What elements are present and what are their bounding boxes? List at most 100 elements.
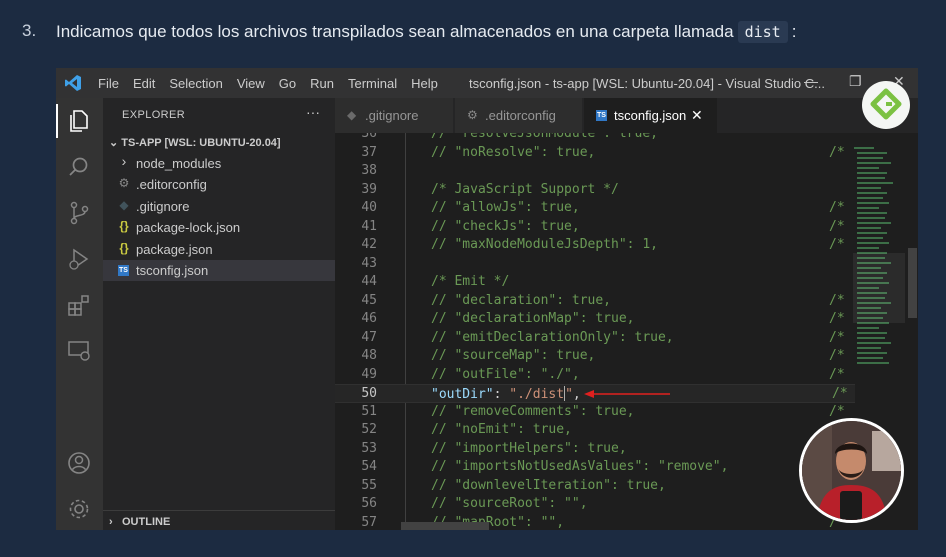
more-actions-icon[interactable]: ··· <box>306 104 320 120</box>
source-control-icon[interactable] <box>66 200 92 226</box>
presenter-webcam <box>799 418 904 523</box>
line-text: /* JavaScript Support */ <box>431 181 619 197</box>
code-line: 36 // "resolveJsonModule": true, <box>335 133 855 144</box>
tab-tsconfig-json[interactable]: TS tsconfig.json ✕ <box>584 98 718 133</box>
code-line: 39 /* JavaScript Support */ <box>335 181 855 200</box>
tree-item-label: .gitignore <box>136 199 190 214</box>
line-text: // "removeComments": true, <box>431 403 635 419</box>
instruction: 3. Indicamos que todos los archivos tran… <box>0 0 946 62</box>
line-text: // "importsNotUsedAsValues": "remove", <box>431 459 729 474</box>
menu-file[interactable]: File <box>98 76 119 91</box>
explorer-sidebar: EXPLORER ··· ⌄ TS-APP [WSL: UBUNTU-20.04… <box>103 98 335 530</box>
settings-gear-icon[interactable] <box>66 496 92 522</box>
tab-label: tsconfig.json <box>614 108 687 123</box>
menu-selection[interactable]: Selection <box>169 76 222 91</box>
line-text: "outDir": "./dist", <box>431 386 581 402</box>
tab-editorconfig[interactable]: ⚙ .editorconfig <box>455 98 583 133</box>
line-number: 42 <box>361 237 377 252</box>
line-number: 50 <box>361 386 377 401</box>
instruction-sentence: Indicamos que todos los archivos transpi… <box>56 22 734 41</box>
tree-item-editorconfig[interactable]: ⚙ .editorconfig <box>103 174 335 195</box>
line-text: // "declaration": true, <box>431 292 612 308</box>
restore-icon[interactable]: ❐ <box>849 73 862 90</box>
tree-item-package-lock-json[interactable]: {} package-lock.json <box>103 217 335 238</box>
menu-edit[interactable]: Edit <box>133 76 155 91</box>
line-number: 55 <box>361 477 377 493</box>
line-number: 37 <box>361 144 377 160</box>
code-line: 47 // "emitDeclarationOnly": true, /* <box>335 329 855 348</box>
menu-view[interactable]: View <box>237 76 265 91</box>
tree-item-gitignore[interactable]: ◆ .gitignore <box>103 196 335 217</box>
tab-label: .editorconfig <box>485 108 556 123</box>
line-number: 39 <box>361 181 377 197</box>
line-text: // "noResolve": true, <box>431 144 596 160</box>
horizontal-scrollbar[interactable] <box>401 522 489 530</box>
line-number: 48 <box>361 348 377 363</box>
line-text: // "declarationMap": true, <box>431 311 635 326</box>
trailing-comment: /* <box>829 237 845 252</box>
trailing-comment: /* <box>829 144 845 160</box>
gear-icon: ⚙ <box>118 176 130 190</box>
scrollbar-thumb[interactable] <box>908 248 917 318</box>
vscode-logo-icon <box>65 75 81 91</box>
line-text: // "emitDeclarationOnly": true, <box>431 329 674 345</box>
tree-item-node-modules[interactable]: › node_modules <box>103 153 335 174</box>
tab-gitignore[interactable]: ◆ .gitignore <box>335 98 454 133</box>
line-text: // "downlevelIteration": true, <box>431 477 666 493</box>
tsconfig-icon: TS <box>596 110 607 121</box>
remote-explorer-icon[interactable] <box>66 338 92 364</box>
line-text: // "allowJs": true, <box>431 200 580 215</box>
gear-icon: ⚙ <box>467 108 478 122</box>
presenter-avatar-icon <box>802 421 901 520</box>
close-icon[interactable]: ✕ <box>691 107 703 124</box>
line-number: 36 <box>361 133 377 141</box>
code-line: 55// "downlevelIteration": true,/* <box>335 477 855 496</box>
menu-help[interactable]: Help <box>411 76 438 91</box>
logo-icon <box>870 88 902 120</box>
line-number: 45 <box>361 292 377 308</box>
active-indicator <box>56 104 58 138</box>
line-number: 40 <box>361 200 377 215</box>
line-text: // "importHelpers": true, <box>431 440 627 456</box>
code-line: 44 /* Emit */ <box>335 273 855 292</box>
code-line: 42 // "maxNodeModuleJsDepth": 1, /* <box>335 236 855 255</box>
code-line: 40 // "allowJs": true, /* <box>335 199 855 218</box>
line-number: 47 <box>361 329 377 345</box>
trailing-comment: /* <box>829 311 845 326</box>
json-value-end: " <box>565 387 573 402</box>
code-line: 51 // "removeComments": true, /* <box>335 403 855 422</box>
menu-go[interactable]: Go <box>279 76 296 91</box>
git-icon: ◆ <box>119 198 129 212</box>
code-line: 53// "importHelpers": true,/* <box>335 440 855 459</box>
search-icon[interactable] <box>66 154 92 180</box>
line-number: 41 <box>361 218 377 234</box>
code-line: 46 // "declarationMap": true, /* <box>335 310 855 329</box>
extensions-icon[interactable] <box>66 292 92 318</box>
trailing-comment: /* <box>829 218 845 234</box>
trailing-comment: /* <box>829 329 845 345</box>
tree-item-label: package.json <box>136 242 213 257</box>
vertical-scrollbar[interactable] <box>907 133 918 530</box>
code-line: 45 // "declaration": true, /* <box>335 292 855 311</box>
tree-item-package-json[interactable]: {} package.json <box>103 239 335 260</box>
line-number: 52 <box>361 422 377 437</box>
line-number: 56 <box>361 496 377 511</box>
account-icon[interactable] <box>66 450 92 476</box>
instruction-suffix: : <box>791 22 797 41</box>
code-line: 48 // "sourceMap": true, /* <box>335 347 855 366</box>
chevron-down-icon: ⌄ <box>109 137 122 149</box>
run-debug-icon[interactable] <box>66 246 92 272</box>
line-number: 44 <box>361 274 377 289</box>
line-number: 51 <box>361 403 377 419</box>
menu-run[interactable]: Run <box>310 76 334 91</box>
chevron-right-icon: › <box>109 516 113 528</box>
menu-terminal[interactable]: Terminal <box>348 76 397 91</box>
minimize-icon[interactable]: — <box>804 73 818 89</box>
explorer-icon[interactable] <box>66 108 92 134</box>
workspace-folder[interactable]: ⌄ TS-APP [WSL: UBUNTU-20.04] <box>109 136 281 149</box>
explorer-header: EXPLORER <box>122 109 186 121</box>
tree-item-tsconfig-json[interactable]: TS tsconfig.json <box>103 260 335 281</box>
outline-section[interactable]: › OUTLINE <box>103 510 335 530</box>
line-number: 54 <box>361 459 377 474</box>
workspace-folder-label: TS-APP [WSL: UBUNTU-20.04] <box>121 137 281 149</box>
